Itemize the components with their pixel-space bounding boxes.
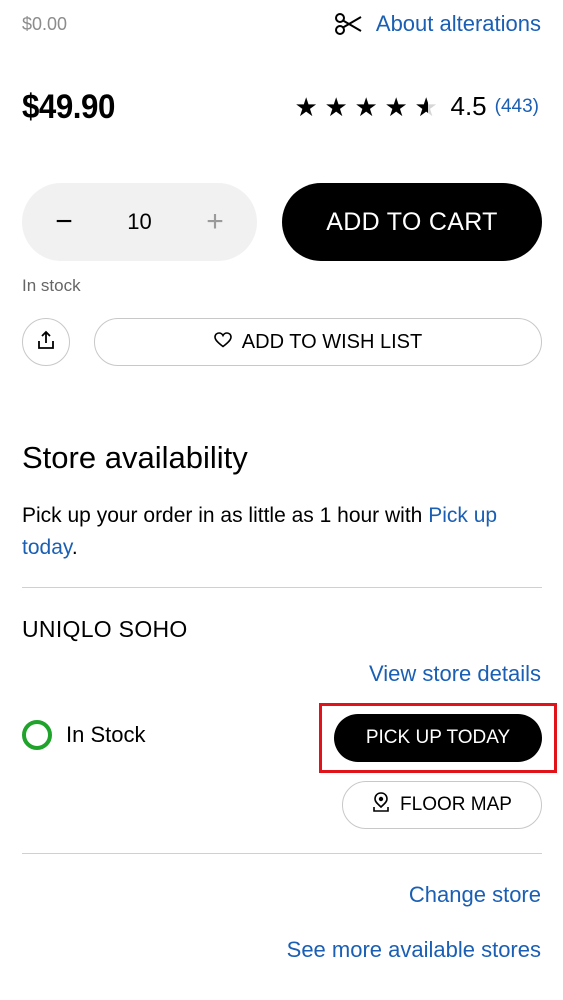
alteration-price: $0.00 [22, 14, 68, 34]
share-button[interactable] [22, 318, 70, 366]
see-more-stores-link[interactable]: See more available stores [287, 937, 541, 963]
product-rating[interactable]: ★ ★ ★ ★ ★ ★ 4.5 (443) [294, 91, 539, 122]
pickup-description: Pick up your order in as little as 1 hou… [22, 500, 542, 564]
rating-value: 4.5 [450, 91, 487, 121]
stock-text: In stock [22, 276, 81, 295]
star-icon: ★ [324, 91, 348, 122]
floor-map-label: FLOOR MAP [400, 794, 512, 815]
divider [22, 587, 542, 588]
floor-map-button[interactable]: FLOOR MAP [342, 781, 542, 829]
map-pin-icon [372, 792, 390, 818]
half-star-icon: ★ ★ [414, 91, 438, 122]
stock-status-label: In Stock [66, 722, 146, 747]
product-price: $49.90 [22, 88, 115, 126]
quantity-value: 10 [127, 209, 152, 234]
divider [22, 853, 542, 854]
in-stock-circle-icon [22, 720, 52, 750]
scissors-icon [334, 13, 362, 35]
store-stock-status: In Stock [22, 720, 145, 750]
add-to-wish-list-button[interactable]: ADD TO WISH LIST [94, 318, 542, 366]
pickup-description-text: Pick up your order in as little as 1 hou… [22, 504, 429, 527]
change-store-link[interactable]: Change store [409, 882, 541, 908]
star-icon: ★ [294, 91, 318, 122]
pickup-description-end: . [71, 536, 78, 559]
store-name: UNIQLO SOHO [22, 616, 188, 642]
star-icon: ★ [354, 91, 378, 122]
quantity-stepper[interactable]: − 10 + [22, 183, 257, 261]
add-to-cart-button[interactable]: ADD TO CART [282, 183, 542, 261]
increase-quantity-button[interactable]: + [201, 207, 229, 237]
pick-up-today-button[interactable]: PICK UP TODAY [334, 714, 542, 762]
decrease-quantity-button[interactable]: − [50, 207, 78, 237]
star-icon: ★ [384, 91, 408, 122]
heart-outline-icon [213, 331, 232, 354]
review-count-link[interactable]: (443) [495, 96, 539, 118]
about-alterations-link[interactable]: About alterations [334, 11, 541, 37]
wish-list-label: ADD TO WISH LIST [241, 330, 423, 353]
view-store-details-link[interactable]: View store details [369, 661, 541, 687]
share-icon [36, 330, 56, 355]
store-availability-heading: Store availability [22, 440, 248, 475]
rating-stars: ★ ★ ★ ★ ★ ★ [294, 94, 442, 120]
about-alterations-label[interactable]: About alterations [376, 11, 541, 37]
